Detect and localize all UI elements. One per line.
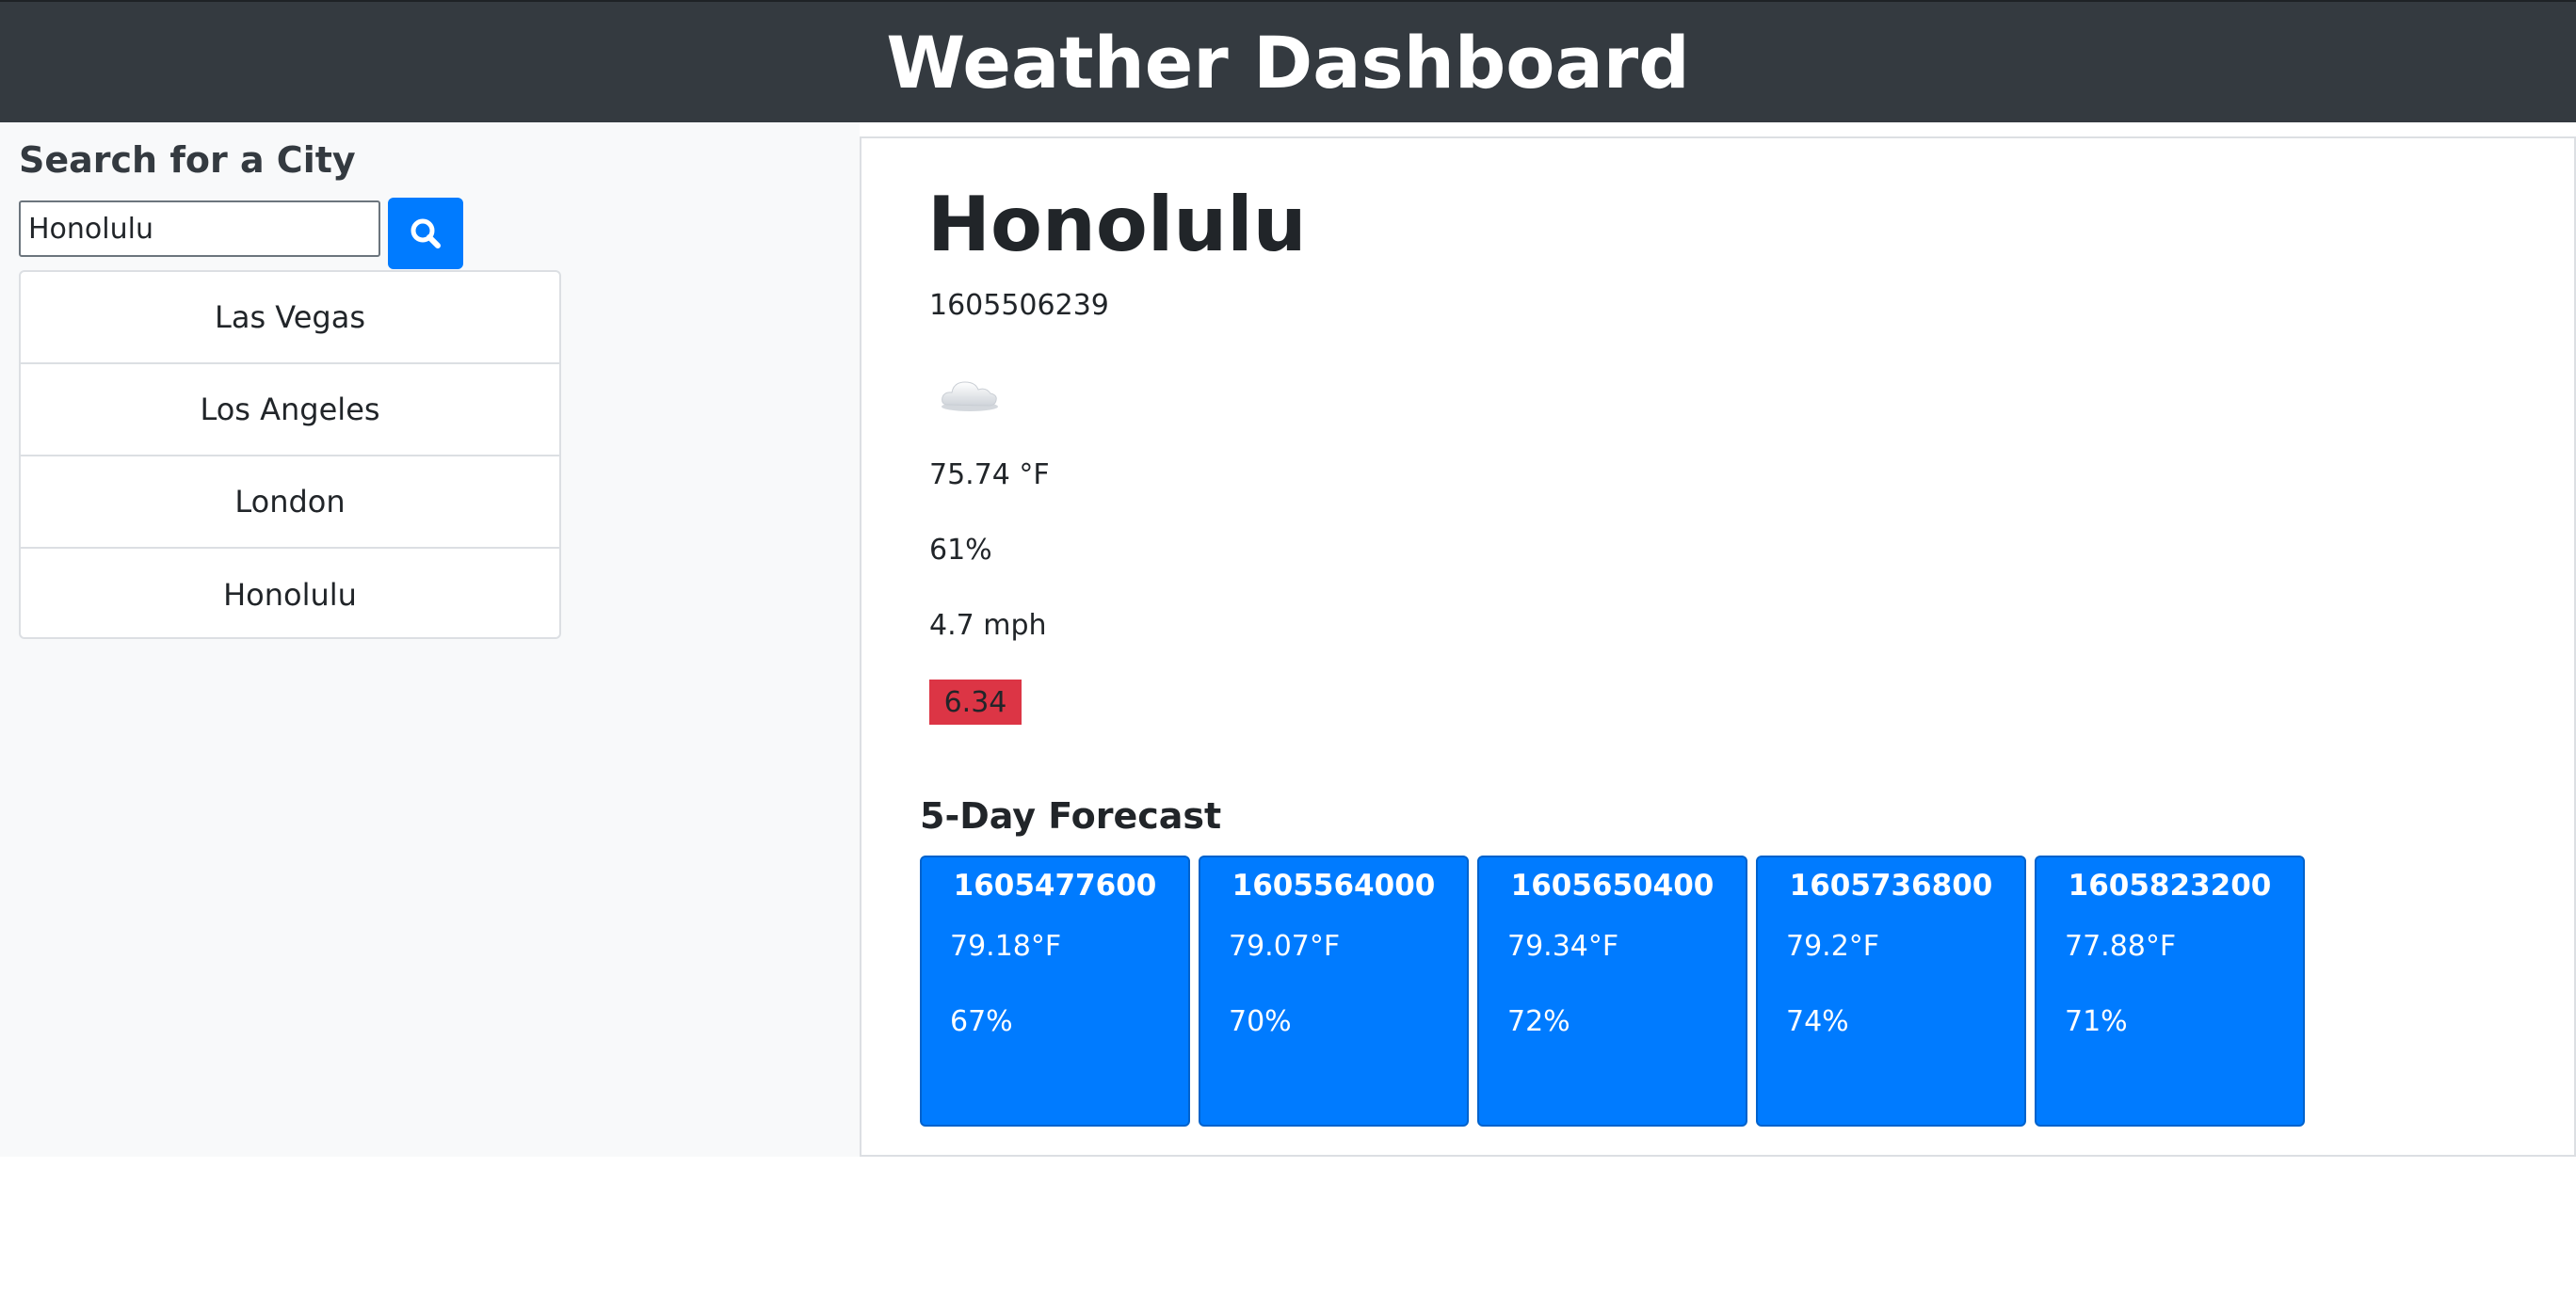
forecast-card: 1605564000 79.07°F 70% xyxy=(1199,856,1469,1127)
current-date: 1605506239 xyxy=(929,289,1109,322)
page-title: Weather Dashboard xyxy=(886,20,1690,104)
forecast-cards: 1605477600 79.18°F 67% 1605564000 79.07°… xyxy=(920,856,2305,1127)
forecast-card: 1605650400 79.34°F 72% xyxy=(1477,856,1747,1127)
history-item-los-angeles[interactable]: Los Angeles xyxy=(21,364,559,456)
current-wind-speed: 4.7 mph xyxy=(929,609,1047,642)
search-icon xyxy=(411,218,441,248)
forecast-temperature: 79.2°F xyxy=(1786,930,1880,963)
forecast-temperature: 79.07°F xyxy=(1229,930,1341,963)
city-search-input[interactable] xyxy=(19,200,380,257)
forecast-date: 1605650400 xyxy=(1510,869,1715,903)
current-city-name: Honolulu xyxy=(927,181,1307,268)
forecast-date: 1605736800 xyxy=(1789,869,1993,903)
current-humidity: 61% xyxy=(929,534,992,567)
cloud-icon xyxy=(937,369,1003,420)
uv-index-badge: 6.34 xyxy=(929,680,1022,725)
forecast-card: 1605477600 79.18°F 67% xyxy=(920,856,1190,1127)
current-weather-panel: Honolulu 1605506239 75.74 °F 61% 4.7 mph… xyxy=(860,136,2576,1157)
history-item-las-vegas[interactable]: Las Vegas xyxy=(21,272,559,364)
search-button[interactable] xyxy=(388,198,463,269)
forecast-date: 1605564000 xyxy=(1232,869,1436,903)
current-temperature: 75.74 °F xyxy=(929,458,1050,491)
forecast-temperature: 79.18°F xyxy=(950,930,1062,963)
forecast-date: 1605823200 xyxy=(2068,869,2272,903)
forecast-heading: 5-Day Forecast xyxy=(920,795,1222,837)
forecast-card: 1605736800 79.2°F 74% xyxy=(1756,856,2026,1127)
forecast-temperature: 77.88°F xyxy=(2065,930,2177,963)
forecast-humidity: 74% xyxy=(1786,1005,1849,1038)
app-header: Weather Dashboard xyxy=(0,0,2576,122)
forecast-temperature: 79.34°F xyxy=(1507,930,1619,963)
forecast-humidity: 67% xyxy=(950,1005,1013,1038)
forecast-humidity: 70% xyxy=(1229,1005,1292,1038)
forecast-humidity: 71% xyxy=(2065,1005,2128,1038)
forecast-humidity: 72% xyxy=(1507,1005,1570,1038)
sidebar: Search for a City Las Vegas Los Angeles … xyxy=(0,122,860,1157)
history-item-honolulu[interactable]: Honolulu xyxy=(21,549,559,637)
search-heading: Search for a City xyxy=(19,139,356,181)
forecast-date: 1605477600 xyxy=(953,869,1157,903)
history-item-london[interactable]: London xyxy=(21,456,559,549)
forecast-card: 1605823200 77.88°F 71% xyxy=(2035,856,2305,1127)
search-history-list: Las Vegas Los Angeles London Honolulu xyxy=(19,270,561,639)
